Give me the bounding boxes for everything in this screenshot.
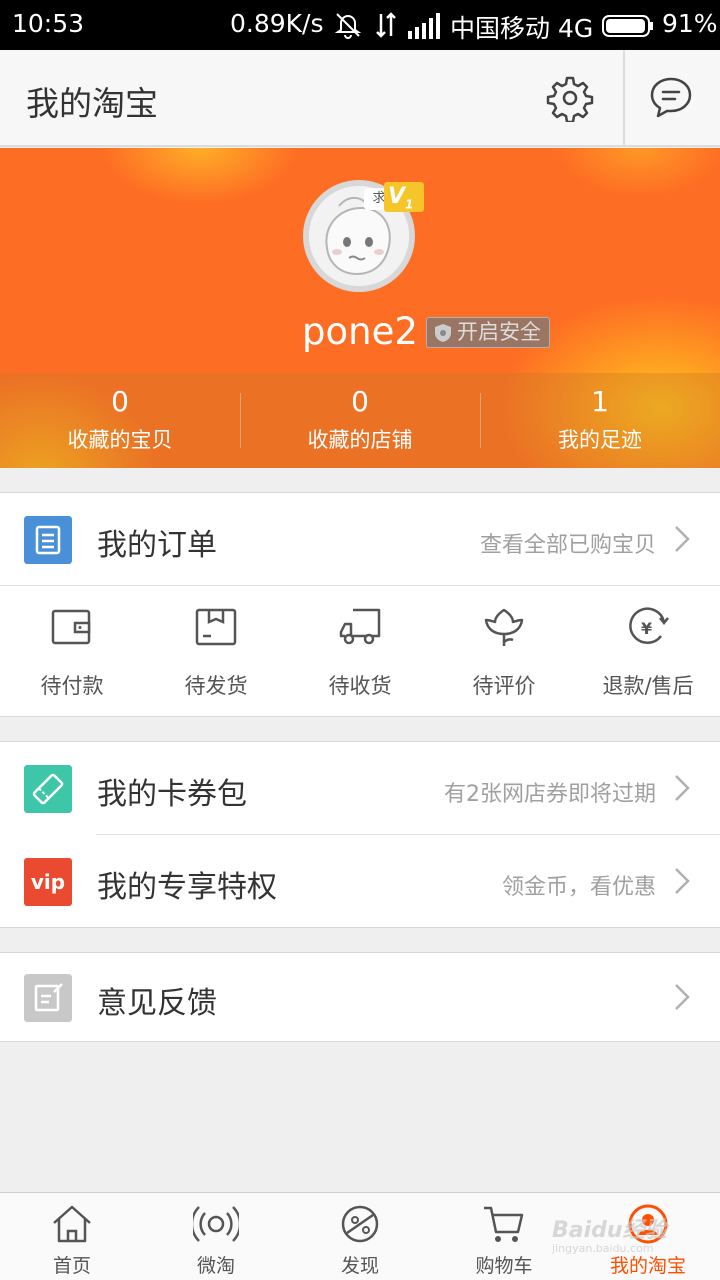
nav-discover[interactable]: 发现: [288, 1193, 432, 1280]
feedback-section: 意见反馈: [0, 952, 720, 1042]
svg-text:¥: ¥: [641, 619, 652, 638]
order-label: 待评价: [472, 674, 536, 698]
data-transfer-icon: [376, 12, 396, 38]
refund-icon: ¥: [629, 607, 669, 644]
order-refund-aftersale[interactable]: ¥ 退款/售后: [576, 586, 720, 716]
order-label: 待付款: [40, 674, 104, 698]
stat-favorite-items[interactable]: 0 收藏的宝贝: [0, 373, 240, 468]
vip-level-letter: V: [388, 184, 406, 209]
chevron-right-icon: [675, 775, 690, 801]
order-label: 退款/售后: [602, 674, 694, 698]
network-speed: 0.89K/s: [230, 9, 324, 38]
nav-weitao[interactable]: 微淘: [144, 1193, 288, 1280]
my-coupons-row[interactable]: 我的卡券包 有2张网店券即将过期: [0, 742, 720, 834]
my-privileges-row[interactable]: vip 我的专享特权 领金币，看优惠: [0, 835, 720, 927]
order-label: 待发货: [184, 674, 248, 698]
vip-icon: vip: [24, 858, 72, 906]
nav-label: 微淘: [196, 1255, 235, 1277]
order-list-icon: [24, 516, 72, 564]
row-hint: 查看全部已购宝贝: [479, 533, 656, 558]
edit-note-icon: [24, 974, 72, 1022]
stat-label: 我的足迹: [558, 428, 642, 452]
chevron-right-icon: [675, 984, 690, 1010]
safety-button[interactable]: 开启安全: [426, 317, 550, 348]
order-pending-receipt[interactable]: 待收货: [288, 586, 432, 716]
username: pone2: [302, 310, 418, 353]
nav-label: 首页: [52, 1255, 91, 1277]
carrier-label: 中国移动 4G: [450, 14, 594, 43]
shield-icon: [435, 324, 451, 342]
stat-value: 0: [351, 385, 369, 418]
row-label: 我的订单: [97, 528, 217, 563]
truck-icon: [339, 608, 381, 645]
row-hint: 领金币，看优惠: [501, 875, 656, 900]
stat-footprints[interactable]: 1 我的足迹: [480, 373, 720, 468]
benefits-section: 我的卡券包 有2张网店券即将过期 vip 我的专享特权 领金币，看优惠: [0, 741, 720, 928]
stat-label: 收藏的店铺: [307, 428, 413, 452]
row-label: 我的专享特权: [97, 870, 277, 905]
nav-label: 发现: [340, 1255, 379, 1277]
watermark-url: jingyan.baidu.com: [552, 1242, 654, 1255]
status-time: 10:53: [12, 9, 85, 38]
order-pending-payment[interactable]: 待付款: [0, 586, 144, 716]
status-bar: 10:53 0.89K/s 中国移动 4G 91%: [0, 0, 720, 50]
mute-icon: [334, 13, 362, 39]
page-title: 我的淘宝: [26, 84, 158, 123]
chevron-right-icon: [675, 526, 690, 552]
home-icon: [53, 1205, 91, 1243]
vip-level-number: 1: [405, 197, 414, 212]
order-pending-review[interactable]: 待评价: [432, 586, 576, 716]
row-hint: 有2张网店券即将过期: [444, 782, 656, 807]
row-label: 意见反馈: [97, 986, 217, 1021]
stat-favorite-shops[interactable]: 0 收藏的店铺: [240, 373, 480, 468]
order-label: 待收货: [328, 674, 392, 698]
stat-value: 1: [591, 385, 609, 418]
vip-level-badge[interactable]: V1: [384, 182, 424, 212]
header-divider: [623, 50, 625, 147]
nav-label: 购物车: [475, 1255, 533, 1277]
gear-icon[interactable]: [546, 74, 594, 122]
order-status-grid: 待付款 待发货 待收货 待评价 ¥ 退款/售后: [0, 586, 720, 716]
profile-banner: 求 V1 pone2 开启安全 0 收藏的宝贝 0 收藏的店铺 1 我的足迹: [0, 148, 720, 468]
nav-label: 我的淘宝: [609, 1255, 686, 1277]
app-header: 我的淘宝: [0, 50, 720, 147]
profile-stats: 0 收藏的宝贝 0 收藏的店铺 1 我的足迹: [0, 373, 720, 468]
box-icon: [195, 608, 237, 646]
my-orders-row[interactable]: 我的订单 查看全部已购宝贝: [0, 493, 720, 585]
nav-home[interactable]: 首页: [0, 1193, 144, 1280]
chat-bubble-icon[interactable]: [648, 75, 694, 121]
chevron-right-icon: [675, 868, 690, 894]
safety-label: 开启安全: [457, 320, 541, 344]
stat-value: 0: [111, 385, 129, 418]
signal-icon: [408, 13, 440, 39]
feedback-row[interactable]: 意见反馈: [0, 953, 720, 1041]
battery-percent: 91%: [662, 9, 718, 38]
planet-icon: [341, 1205, 379, 1243]
ticket-icon: [24, 765, 72, 813]
battery-icon: [602, 15, 653, 37]
broadcast-icon: [193, 1206, 239, 1242]
wallet-icon: [51, 609, 91, 645]
row-label: 我的卡券包: [97, 777, 247, 812]
order-pending-shipment[interactable]: 待发货: [144, 586, 288, 716]
watermark: Baidu经验: [552, 1218, 667, 1243]
flower-icon: [484, 608, 524, 646]
stat-label: 收藏的宝贝: [67, 428, 173, 452]
cart-icon: [484, 1206, 524, 1242]
orders-section: 我的订单 查看全部已购宝贝 待付款 待发货 待收货 待评价 ¥ 退款/售后: [0, 492, 720, 717]
